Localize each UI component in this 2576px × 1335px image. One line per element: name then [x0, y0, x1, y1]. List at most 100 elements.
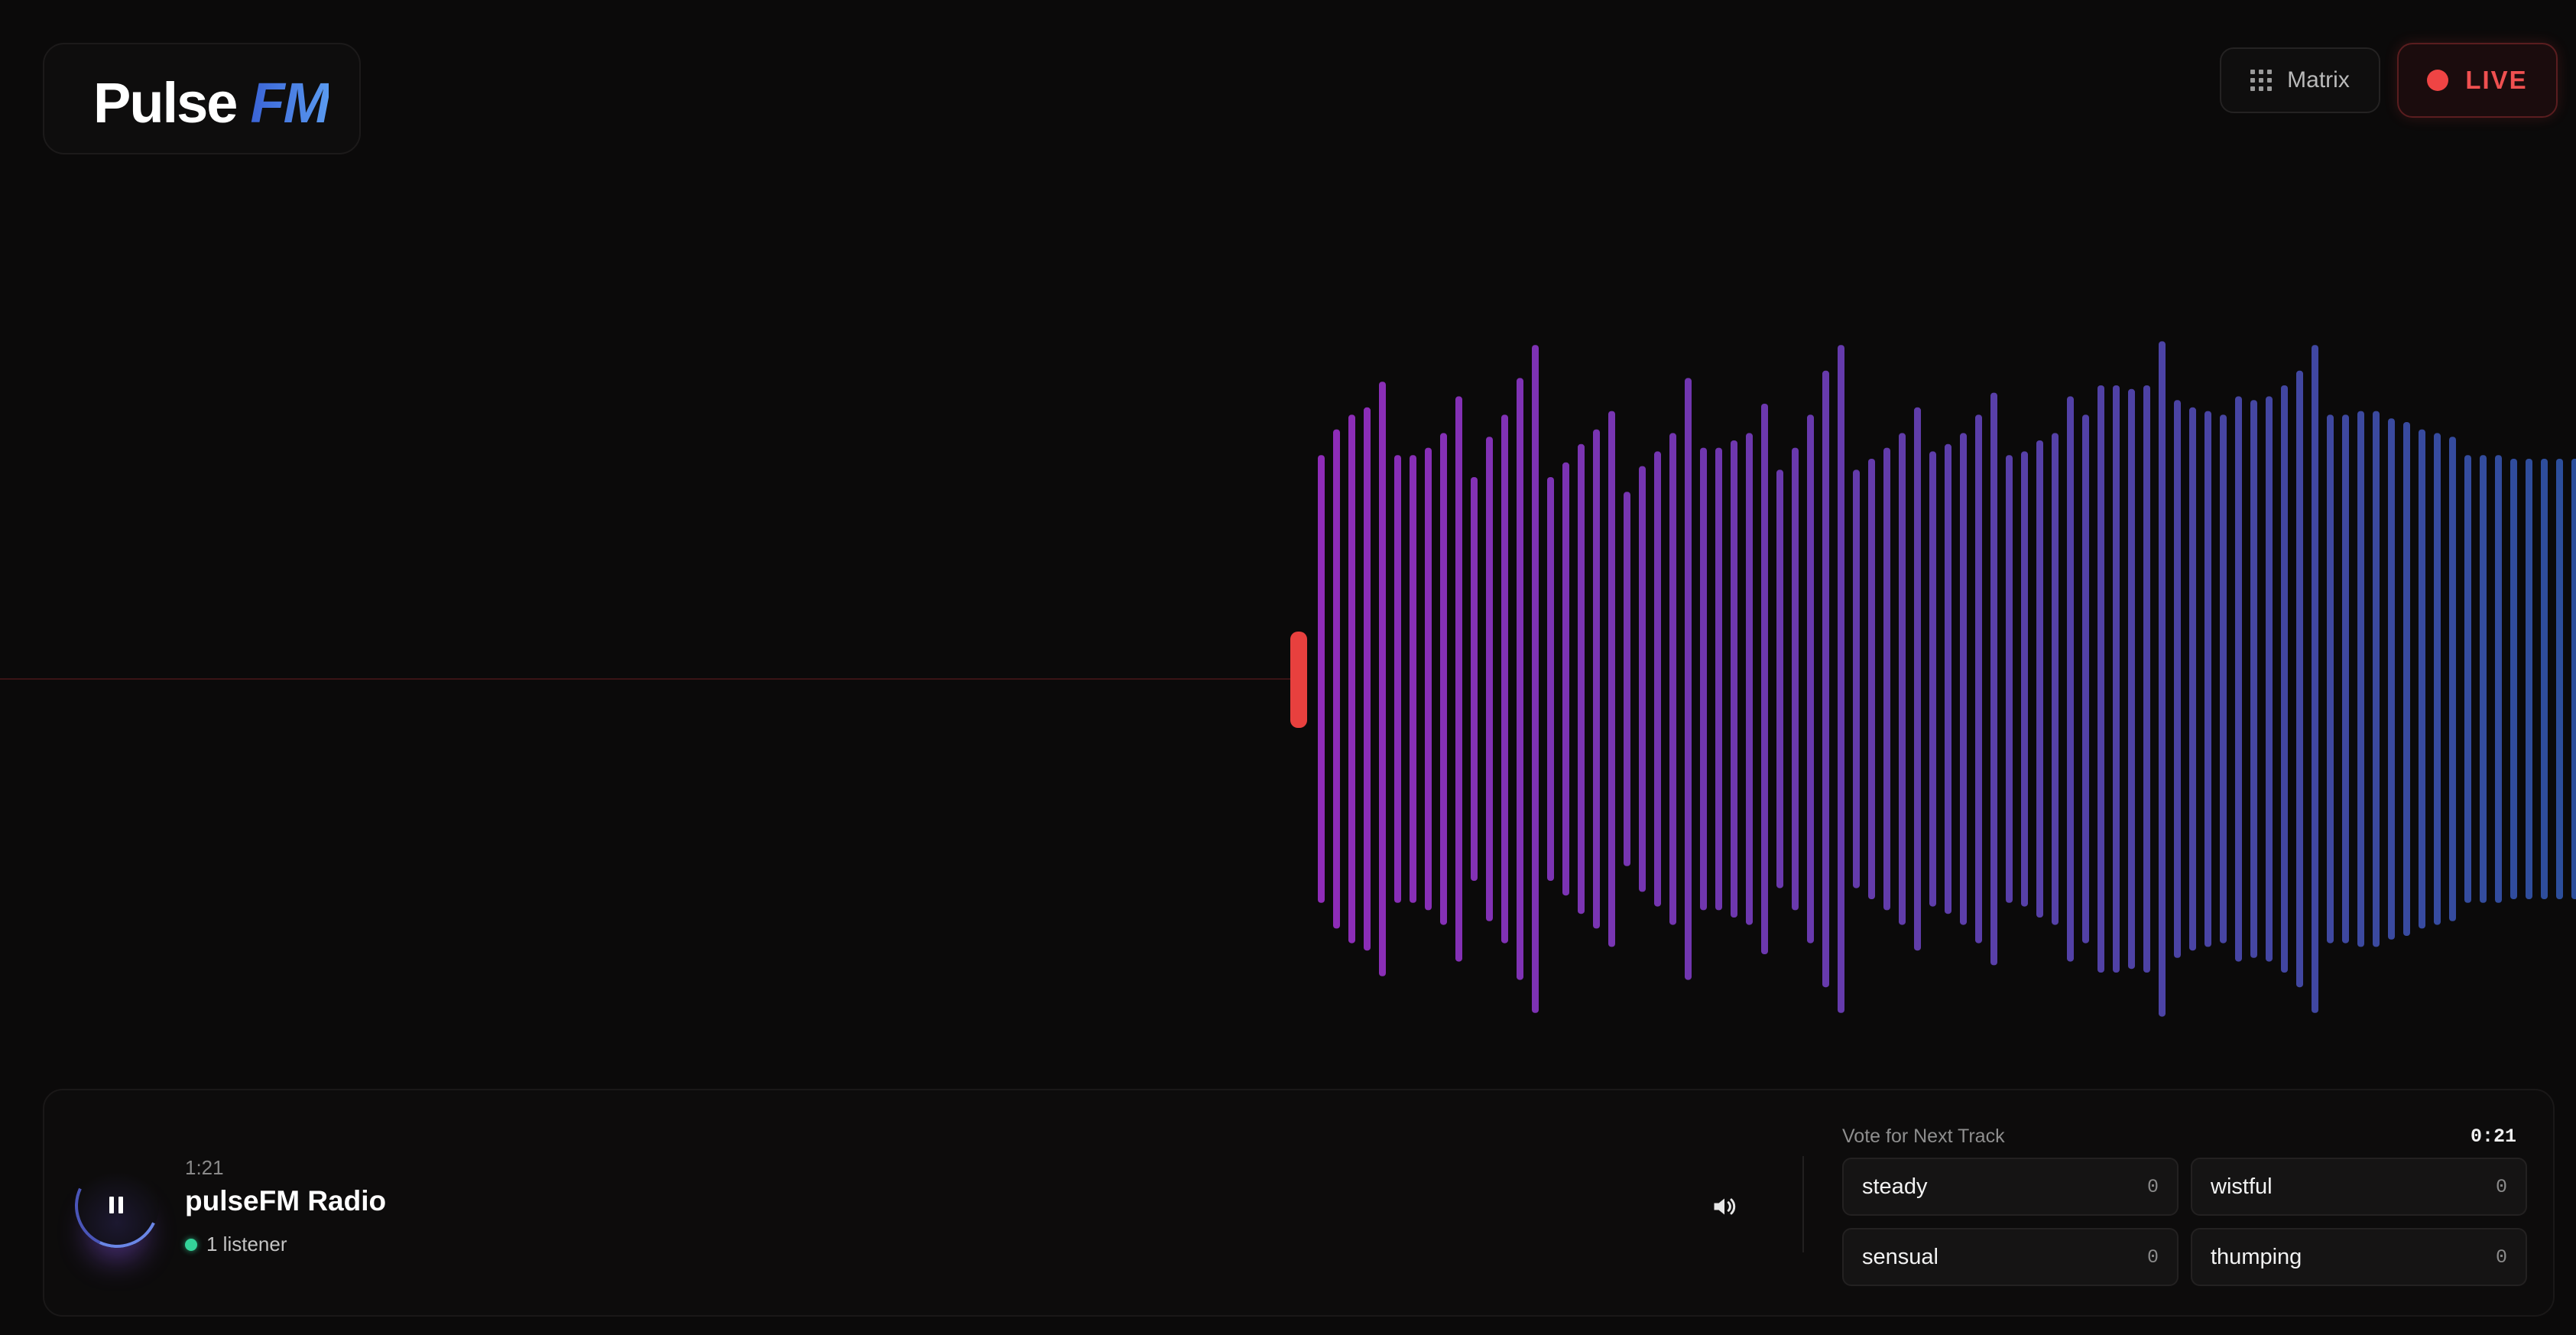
waveform-bar: [2510, 459, 2517, 899]
waveform-bar: [1517, 378, 1523, 980]
vote-option-count: 0: [2146, 1175, 2159, 1198]
waveform-bar: [1883, 447, 1890, 911]
waveform-bar: [2464, 455, 2471, 903]
waveform-bar: [2097, 385, 2104, 973]
waveform-bar: [2449, 437, 2456, 921]
waveform-bar: [2205, 411, 2211, 947]
waveform-bar: [1624, 492, 1630, 866]
waveform-bar: [2113, 385, 2120, 973]
waveform-bar: [2052, 433, 2059, 925]
waveform-bar: [2281, 385, 2288, 973]
waveform-bar: [2143, 385, 2150, 973]
waveform-bar: [1669, 433, 1676, 925]
logo-main-text: Pulse: [93, 71, 238, 135]
matrix-button-label: Matrix: [2287, 67, 2350, 93]
waveform-bar: [2235, 396, 2242, 962]
volume-icon: [1714, 1198, 1736, 1215]
playhead-marker[interactable]: [1290, 632, 1307, 728]
vote-countdown: 0:21: [2470, 1125, 2516, 1148]
vote-option-wistful[interactable]: wistful 0: [2191, 1158, 2527, 1216]
waveform-bar: [2373, 411, 2380, 947]
waveform-bar: [1364, 407, 1371, 951]
waveform-bar: [2174, 400, 2181, 958]
waveform-bar: [1471, 477, 1478, 881]
waveform-bar: [1410, 455, 1416, 903]
waveform-bar: [2403, 422, 2410, 936]
matrix-button[interactable]: Matrix: [2220, 47, 2380, 113]
waveform-bar: [1746, 433, 1753, 925]
waveform-bar: [1501, 414, 1508, 944]
waveform-bar: [1608, 411, 1615, 947]
waveform-bar: [2357, 411, 2364, 947]
vote-option-thumping[interactable]: thumping 0: [2191, 1228, 2527, 1286]
elapsed-time: 1:21: [185, 1156, 224, 1179]
waveform-bar: [2495, 455, 2502, 903]
grid-icon: [2250, 70, 2273, 91]
waveform-bar: [2556, 459, 2563, 899]
waveform-bar: [2128, 388, 2135, 970]
waveform-bar: [2388, 418, 2395, 940]
live-indicator-dot: [2427, 70, 2449, 91]
panel-divider: [1802, 1156, 1804, 1252]
pause-icon: [109, 1197, 125, 1215]
waveform-bar: [1379, 382, 1386, 976]
waveform-bar: [2021, 451, 2028, 907]
vote-option-count: 0: [2146, 1246, 2159, 1268]
waveform-bar: [1929, 451, 1936, 907]
waveform-bar: [2220, 414, 2227, 944]
waveform-bar: [2250, 400, 2257, 958]
waveform-bar: [1853, 469, 1860, 888]
live-button[interactable]: LIVE: [2397, 43, 2558, 118]
waveform-bar: [1333, 429, 1340, 929]
waveform-bar: [1990, 392, 1997, 966]
waveform-bar: [2541, 459, 2548, 899]
waveform-bar: [1547, 477, 1554, 881]
waveform-bar: [1593, 429, 1600, 929]
waveform-bar: [1486, 437, 1493, 921]
waveform-bar: [1639, 466, 1646, 892]
waveform-bar: [2571, 459, 2576, 899]
volume-button[interactable]: [1703, 1185, 1746, 1228]
player-panel: 1:21 pulseFM Radio 1 listener Vote for N…: [43, 1089, 2555, 1317]
waveform-bar: [1654, 451, 1661, 907]
waveform-bar: [1960, 433, 1967, 925]
logo-card: Pulse FM: [43, 43, 361, 154]
waveform-bar: [1731, 440, 1737, 918]
waveform-bar: [1761, 404, 1768, 954]
waveform-bar: [2067, 396, 2074, 962]
waveform-bar: [2296, 370, 2303, 988]
waveform-bar: [1685, 378, 1692, 980]
vote-option-steady[interactable]: steady 0: [1842, 1158, 2179, 1216]
waveform-bar: [1868, 459, 1875, 899]
pulsefm-app: Pulse FM Matrix LIVE 1:21 pulseFM Radio 1…: [0, 0, 2576, 1335]
waveform-bar: [2434, 433, 2441, 925]
waveform-bar: [2189, 407, 2196, 951]
waveform-bar: [1807, 414, 1814, 944]
waveform-bar: [1455, 396, 1462, 962]
waveform-bar: [1945, 443, 1951, 914]
waveform-bar: [1914, 407, 1921, 951]
audio-waveform: [0, 341, 2576, 1017]
logo-accent-text: FM: [250, 71, 330, 135]
online-status-dot: [185, 1238, 197, 1251]
waveform-bar: [2266, 396, 2273, 962]
vote-option-label: sensual: [1862, 1244, 1938, 1269]
vote-option-count: 0: [2495, 1246, 2507, 1268]
waveform-bar: [1975, 414, 1982, 944]
waveform-bar: [2526, 459, 2532, 899]
waveform-bar: [1440, 433, 1447, 925]
vote-title: Vote for Next Track: [1842, 1125, 2005, 1147]
listener-count-text: 1 listener: [206, 1233, 287, 1255]
waveform-bar: [2036, 440, 2043, 918]
station-name: pulseFM Radio: [185, 1185, 387, 1216]
vote-option-count: 0: [2495, 1175, 2507, 1198]
vote-option-label: wistful: [2211, 1174, 2273, 1199]
waveform-bar: [2419, 429, 2425, 929]
waveform-bar: [1838, 345, 1844, 1013]
waveform-bar: [1715, 447, 1722, 911]
waveform-bar: [1899, 433, 1906, 925]
waveform-bar: [1348, 414, 1355, 944]
vote-option-sensual[interactable]: sensual 0: [1842, 1228, 2179, 1286]
waveform-bar: [2480, 455, 2487, 903]
play-pause-button[interactable]: [63, 1151, 171, 1260]
